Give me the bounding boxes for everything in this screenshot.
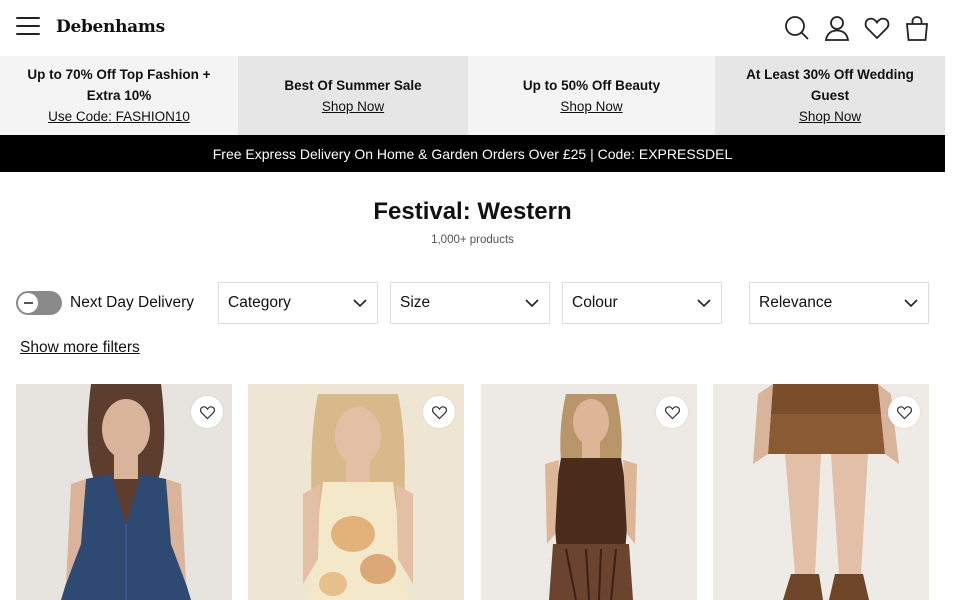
heart-icon	[664, 405, 680, 419]
size-filter-label: Size	[400, 294, 431, 311]
size-filter[interactable]: Size	[390, 282, 550, 324]
add-to-wishlist-button[interactable]	[656, 396, 688, 428]
wishlist-icon[interactable]	[863, 14, 891, 42]
sort-select[interactable]: Relevance	[749, 282, 929, 324]
shop-now-link[interactable]: Shop Now	[322, 96, 384, 117]
site-logo[interactable]: Debenhams	[56, 17, 165, 37]
colour-filter-label: Colour	[572, 294, 618, 311]
product-card[interactable]	[713, 384, 929, 600]
shop-now-link[interactable]: Shop Now	[560, 96, 622, 117]
chevron-down-icon	[353, 299, 367, 308]
product-card[interactable]	[248, 384, 464, 600]
promo-banner-summer-sale[interactable]: Best Of Summer Sale Shop Now	[238, 56, 468, 135]
promo-code-link[interactable]: Use Code: FASHION10	[48, 106, 190, 127]
promo-banner-wedding-guest[interactable]: At Least 30% Off Wedding Guest Shop Now	[715, 56, 945, 135]
page-title: Festival: Western	[373, 198, 572, 225]
heart-icon	[896, 405, 912, 419]
chevron-down-icon	[525, 299, 539, 308]
heart-icon	[199, 405, 215, 419]
account-icon[interactable]	[823, 14, 851, 42]
promo-heading: Up to 50% Off Beauty	[522, 77, 661, 93]
add-to-wishlist-button[interactable]	[423, 396, 455, 428]
promo-heading: Best Of Summer Sale	[284, 77, 422, 93]
promo-heading: Up to 70% Off Top Fashion +	[27, 67, 211, 82]
promo-heading-line2: Extra 10%	[86, 88, 152, 103]
toggle-knob	[18, 293, 38, 313]
colour-filter[interactable]: Colour	[562, 282, 722, 324]
category-filter-label: Category	[228, 294, 291, 311]
product-card[interactable]	[16, 384, 232, 600]
delivery-promo-bar[interactable]: Free Express Delivery On Home & Garden O…	[0, 135, 945, 172]
product-count: 1,000+ products	[431, 234, 514, 246]
promo-heading-line2: Guest	[810, 88, 850, 103]
next-day-delivery-label: Next Day Delivery	[70, 294, 195, 311]
chevron-down-icon	[904, 299, 918, 308]
promo-heading: At Least 30% Off Wedding	[746, 67, 914, 82]
product-card[interactable]	[481, 384, 697, 600]
bag-icon[interactable]	[903, 14, 931, 42]
add-to-wishlist-button[interactable]	[191, 396, 223, 428]
add-to-wishlist-button[interactable]	[888, 396, 920, 428]
search-icon[interactable]	[783, 14, 811, 42]
chevron-down-icon	[697, 299, 711, 308]
show-more-filters-link[interactable]: Show more filters	[20, 339, 140, 357]
sort-select-label: Relevance	[759, 294, 833, 311]
promo-banner-beauty[interactable]: Up to 50% Off Beauty Shop Now	[468, 56, 715, 135]
heart-icon	[431, 405, 447, 419]
promo-banner-fashion[interactable]: Up to 70% Off Top Fashion + Extra 10% Us…	[0, 56, 238, 135]
next-day-delivery-toggle[interactable]	[16, 291, 62, 315]
site-header: Debenhams	[0, 0, 960, 56]
menu-icon[interactable]	[16, 17, 40, 37]
category-filter[interactable]: Category	[218, 282, 378, 324]
shop-now-link[interactable]: Shop Now	[799, 106, 861, 127]
